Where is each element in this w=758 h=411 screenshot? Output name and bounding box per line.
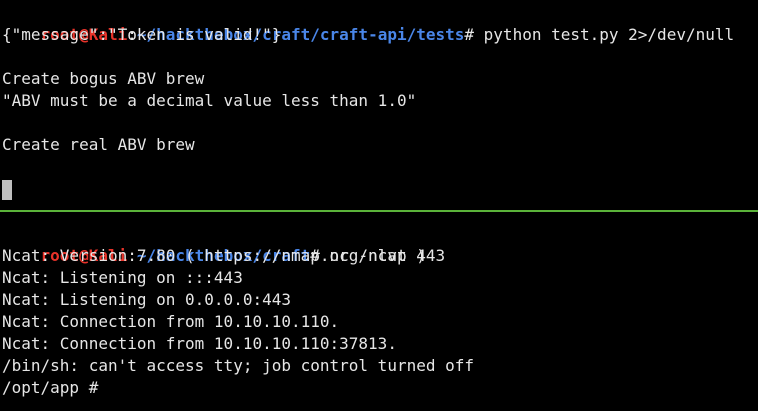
output-line: Create bogus ABV brew (2, 69, 205, 88)
prompt-hash: # (464, 25, 475, 44)
output-line: "ABV must be a decimal value less than 1… (2, 91, 417, 110)
output-line: Ncat: Listening on :::443 (2, 268, 243, 287)
command-prompt-line: root@Kali:~/hackthebox/craft/craft-api/t… (2, 2, 735, 44)
output-line: {"message":"Token is valid!"} (2, 25, 282, 44)
text-cursor (2, 180, 12, 200)
output-line: /bin/sh: can't access tty; job control t… (2, 356, 475, 375)
terminal-pane-top[interactable]: root@Kali:~/hackthebox/craft/craft-api/t… (0, 0, 758, 210)
output-line: Ncat: Connection from 10.10.10.110:37813… (2, 334, 397, 353)
output-line: Ncat: Version 7.80 ( https://nmap.org/nc… (2, 246, 426, 265)
output-line: Ncat: Listening on 0.0.0.0:443 (2, 290, 291, 309)
output-line: Ncat: Connection from 10.10.10.110. (2, 312, 340, 331)
shell-prompt-line: /opt/app # (2, 378, 108, 397)
command-prompt-line: root@Kali:~/hackthebox/craft# nc -nlvp 4… (2, 223, 446, 265)
prompt-command: python test.py 2>/dev/null (474, 25, 735, 44)
pane-divider[interactable] (0, 210, 758, 212)
terminal-pane-bottom[interactable]: root@Kali:~/hackthebox/craft# nc -nlvp 4… (0, 213, 758, 411)
output-line: Create real ABV brew (2, 135, 195, 154)
